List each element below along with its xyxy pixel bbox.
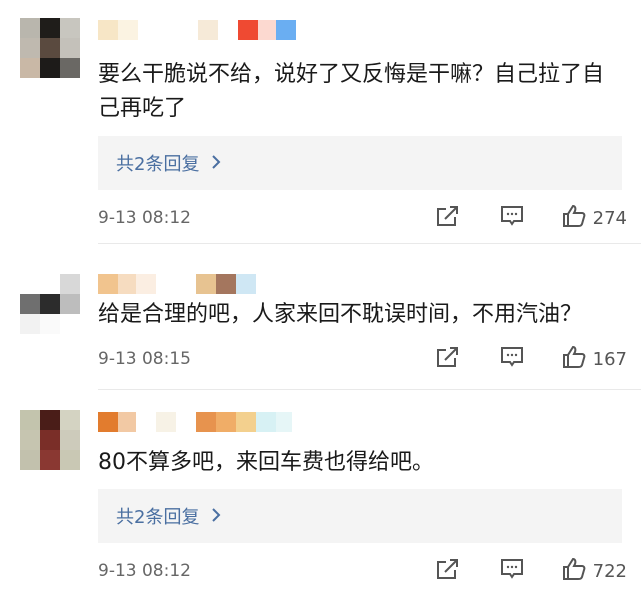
comment-time: 9-13 08:12 — [98, 208, 191, 228]
like-count: 167 — [592, 348, 627, 370]
avatar[interactable] — [20, 274, 80, 334]
comment-time: 9-13 08:12 — [98, 561, 191, 581]
like-button[interactable]: 167 — [561, 344, 627, 375]
chevron-right-icon — [211, 507, 221, 526]
comment-time: 9-13 08:15 — [98, 349, 191, 369]
username-pixelated[interactable] — [98, 20, 296, 40]
avatar[interactable] — [20, 18, 80, 78]
comment-text: 给是合理的吧，人家来回不耽误时间，不用汽油？ — [98, 302, 583, 327]
comment-text: 要么干脆说不给，说好了又反悔是干嘛？自己拉了自己再吃了 — [98, 62, 605, 121]
comment-button[interactable] — [499, 345, 525, 374]
chevron-right-icon — [211, 154, 221, 173]
username-pixelated[interactable] — [98, 274, 256, 294]
comment-text: 80不算多吧，来回车费也得给吧。 — [98, 450, 434, 475]
view-replies-button[interactable]: 共2条回复 — [98, 136, 622, 190]
comment-meta: 9-13 08:15 167 — [98, 344, 627, 374]
comment-meta: 9-13 08:12 274 — [98, 203, 627, 233]
replies-label: 共2条回复 — [116, 154, 200, 175]
forward-icon — [435, 557, 461, 586]
comment-item: 给是合理的吧，人家来回不耽误时间，不用汽油？ 9-13 08:15 167 — [0, 244, 641, 384]
view-replies-button[interactable]: 共2条回复 — [98, 489, 622, 543]
like-icon — [561, 344, 587, 375]
like-icon — [561, 556, 587, 587]
forward-button[interactable] — [435, 204, 461, 233]
comment-button[interactable] — [499, 557, 525, 586]
comment-icon — [499, 345, 525, 374]
like-icon — [561, 203, 587, 234]
like-count: 722 — [592, 560, 627, 582]
comment-item: 80不算多吧，来回车费也得给吧。 共2条回复 9-13 08:12 722 — [0, 390, 641, 590]
forward-button[interactable] — [435, 557, 461, 586]
forward-icon — [435, 204, 461, 233]
avatar[interactable] — [20, 410, 80, 470]
comment-button[interactable] — [499, 204, 525, 233]
replies-label: 共2条回复 — [116, 507, 200, 528]
like-button[interactable]: 722 — [561, 556, 627, 587]
comment-icon — [499, 204, 525, 233]
like-button[interactable]: 274 — [561, 203, 627, 234]
forward-button[interactable] — [435, 345, 461, 374]
like-count: 274 — [592, 207, 627, 229]
comment-meta: 9-13 08:12 722 — [98, 556, 627, 586]
username-pixelated[interactable] — [98, 412, 292, 432]
comment-icon — [499, 557, 525, 586]
forward-icon — [435, 345, 461, 374]
comment-item: 要么干脆说不给，说好了又反悔是干嘛？自己拉了自己再吃了 共2条回复 9-13 0… — [0, 0, 641, 240]
